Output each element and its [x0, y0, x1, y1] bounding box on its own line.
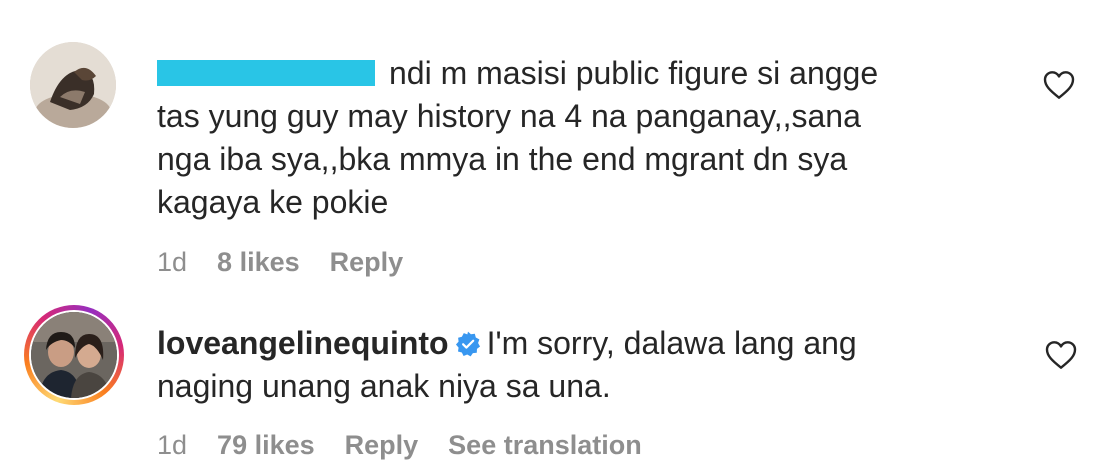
- comment-text: ndi m masisi public figure si angge tas …: [157, 52, 997, 224]
- comment-line: kagaya ke pokie: [157, 184, 389, 220]
- username-link[interactable]: loveangelinequinto: [157, 325, 449, 361]
- comment-meta: 1d 79 likes Reply See translation: [157, 430, 672, 461]
- avatar-photo: [31, 312, 117, 398]
- avatar-photo: [30, 42, 116, 128]
- heart-outline-icon[interactable]: [1045, 340, 1077, 370]
- commenter-avatar[interactable]: [30, 42, 116, 128]
- comment-text: loveangelinequinto I'm sorry, dalawa lan…: [157, 322, 997, 408]
- likes-count[interactable]: 79 likes: [217, 430, 315, 460]
- comment-line: nga iba sya,,bka mmya in the end mgrant …: [157, 141, 848, 177]
- comment-line: I'm sorry, dalawa lang ang: [486, 325, 857, 361]
- comment-time: 1d: [157, 430, 188, 460]
- see-translation-button[interactable]: See translation: [448, 430, 642, 460]
- comment-line: naging unang anak niya sa una.: [157, 368, 611, 404]
- comment-time: 1d: [157, 247, 188, 277]
- likes-count[interactable]: 8 likes: [217, 247, 300, 277]
- heart-outline-icon[interactable]: [1043, 70, 1075, 100]
- comment-line: tas yung guy may history na 4 na pangana…: [157, 98, 861, 134]
- comment-line: ndi m masisi public figure si angge: [389, 55, 879, 91]
- comment-meta: 1d 8 likes Reply: [157, 247, 433, 278]
- reply-button[interactable]: Reply: [330, 247, 404, 277]
- reply-button[interactable]: Reply: [345, 430, 419, 460]
- verified-badge-icon: [455, 331, 480, 357]
- commenter-avatar[interactable]: [31, 312, 117, 398]
- redacted-username: [157, 60, 375, 86]
